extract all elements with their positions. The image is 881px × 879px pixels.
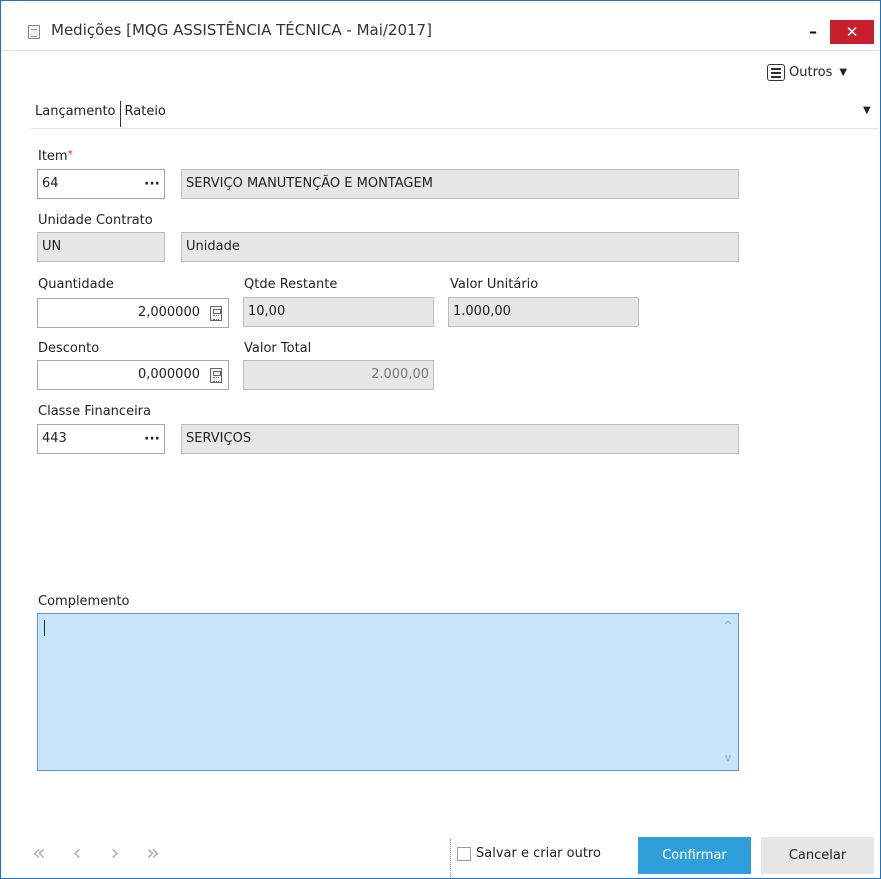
next-record-icon[interactable]: › [104,841,126,866]
qtde-restante-label: Qtde Restante [244,277,338,292]
classe-financeira-code-value: 443 [42,431,67,446]
complemento-textarea[interactable]: ^ v [37,613,739,771]
document-icon [28,25,40,39]
unidade-description-field: Unidade [181,232,739,262]
item-label-text: Item [38,149,68,164]
scroll-up-icon[interactable]: ^ [722,620,734,632]
classe-financeira-lookup-button[interactable]: ··· [144,425,160,453]
complemento-label: Complemento [38,594,130,609]
desconto-input[interactable]: 0,000000 [37,360,229,390]
tab-divider [31,128,878,129]
quantidade-label: Quantidade [38,277,114,292]
item-description-field: SERVIÇO MANUTENÇÃO E MONTAGEM [181,169,739,199]
window-title: Medições [MQG ASSISTÊNCIA TÉCNICA - Mai/… [51,21,432,39]
classe-financeira-description-field: SERVIÇOS [181,424,739,454]
calculator-icon[interactable] [210,306,222,321]
desconto-value: 0,000000 [137,367,200,382]
item-label: Item* [38,149,73,164]
tab-lancamento[interactable]: Lançamento [31,101,121,127]
valor-unitario-field: 1.000,00 [448,297,639,327]
cancel-button[interactable]: Cancelar [761,837,874,874]
valor-total-label: Valor Total [244,341,312,356]
caret-down-icon: ▼ [839,66,848,78]
save-and-create-checkbox[interactable] [457,846,471,861]
close-button[interactable]: ✕ [830,20,874,44]
valor-unitario-label: Valor Unitário [450,277,539,292]
last-record-icon[interactable]: » [142,841,164,866]
unidade-code-field: UN [37,232,165,262]
confirm-button[interactable]: Confirmar [638,837,751,874]
tabs-overflow-caret-icon[interactable]: ▼ [863,105,871,116]
quantidade-value: 2,000000 [137,305,200,320]
record-navigation: « ‹ › » [28,841,164,866]
classe-financeira-code-input[interactable]: 443 ··· [37,424,165,454]
scroll-down-icon[interactable]: v [722,752,734,764]
previous-record-icon[interactable]: ‹ [66,841,88,866]
dialog-window: Medições [MQG ASSISTÊNCIA TÉCNICA - Mai/… [0,0,881,879]
valor-total-field: 2.000,00 [243,360,434,390]
item-code-input[interactable]: 64 ··· [37,169,165,199]
outros-menu-button[interactable]: Outros ▼ [767,61,847,83]
classe-financeira-label: Classe Financeira [38,404,151,419]
qtde-restante-field: 10,00 [243,297,434,327]
save-and-create-label: Salvar e criar outro [476,846,601,861]
text-cursor [44,620,45,636]
desconto-label: Desconto [38,341,100,356]
unidade-contrato-label: Unidade Contrato [38,213,153,228]
first-record-icon[interactable]: « [28,841,50,866]
footer-separator [450,839,451,877]
tab-bar: Lançamento Rateio [31,101,170,127]
tab-rateio[interactable]: Rateio [121,101,170,127]
save-and-create-option[interactable]: Salvar e criar outro [457,846,601,861]
quantidade-input[interactable]: 2,000000 [37,298,229,328]
item-lookup-button[interactable]: ··· [144,170,160,198]
title-bar: Medições [MQG ASSISTÊNCIA TÉCNICA - Mai/… [1,1,880,51]
outros-label: Outros [789,64,833,80]
required-mark: * [67,149,73,160]
calculator-icon[interactable] [210,368,222,383]
textarea-scrollbar[interactable]: ^ v [718,614,738,770]
minimize-button[interactable]: – [801,20,825,44]
item-code-value: 64 [42,176,59,191]
list-icon [767,63,785,81]
